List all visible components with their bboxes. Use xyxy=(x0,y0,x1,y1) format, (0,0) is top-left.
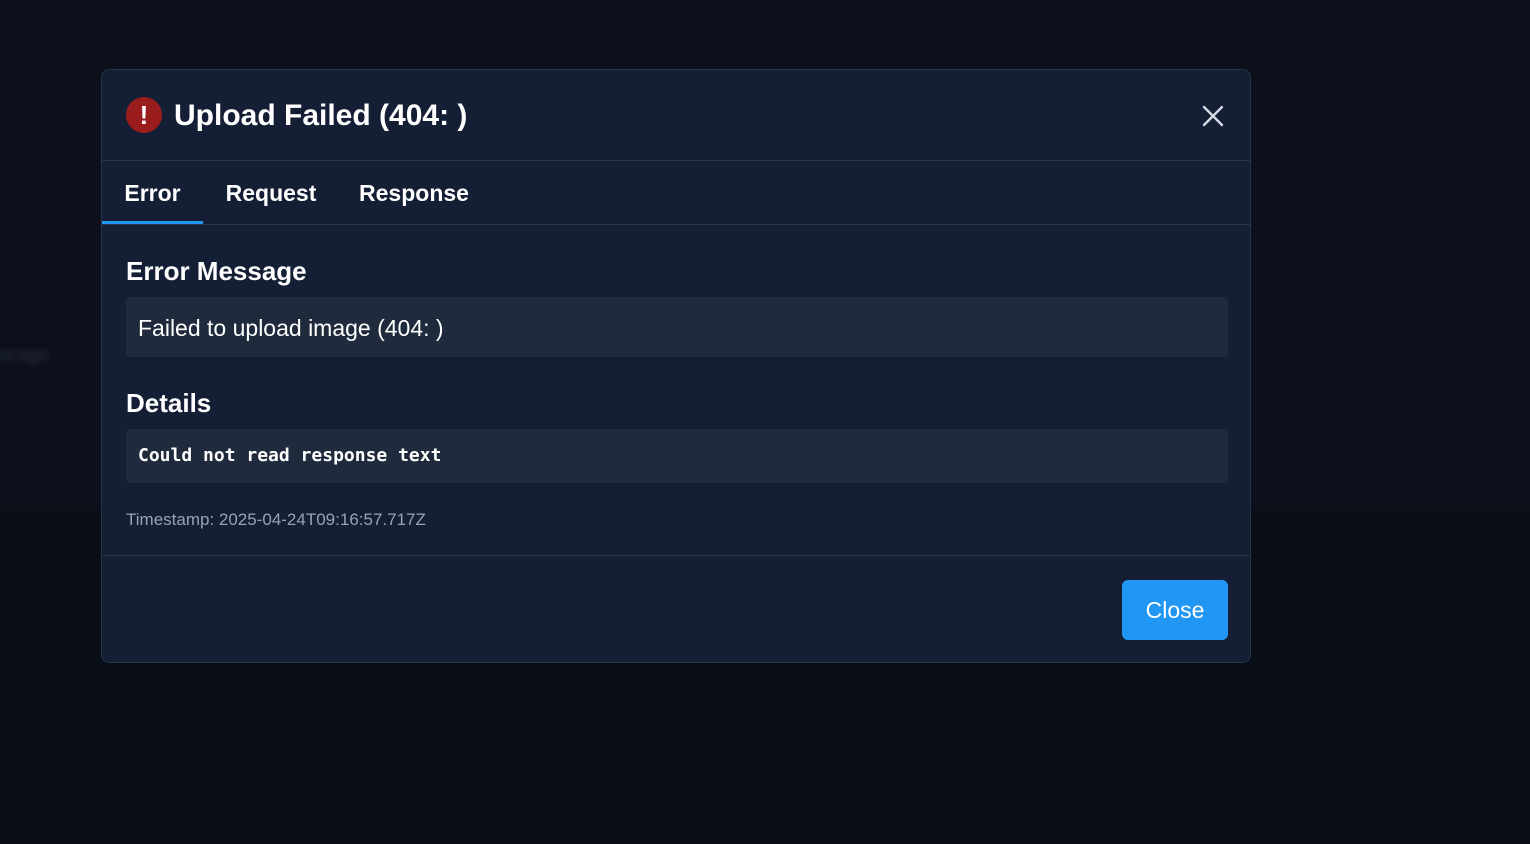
dialog-tabs: Error Request Response xyxy=(102,161,1250,225)
backdrop-blurred-text: lorage xyxy=(0,344,50,366)
timestamp: Timestamp: 2025-04-24T09:16:57.717Z xyxy=(126,510,426,529)
tab-response[interactable]: Response xyxy=(339,161,489,224)
error-message-heading: Error Message xyxy=(126,256,307,286)
tab-request[interactable]: Request xyxy=(203,161,339,224)
dialog-title: Upload Failed (404: ) xyxy=(174,99,468,132)
error-exclamation-icon: ! xyxy=(126,97,162,133)
details-heading: Details xyxy=(126,388,212,418)
error-message-box: Failed to upload image (404: ) xyxy=(126,297,1228,357)
dialog-header: ! Upload Failed (404: ) xyxy=(102,70,1250,161)
close-button[interactable]: Close xyxy=(1122,580,1228,640)
dialog-footer: Close xyxy=(102,555,1250,663)
upload-error-dialog: ! Upload Failed (404: ) Error Request Re… xyxy=(101,69,1251,663)
details-box: Could not read response text xyxy=(126,429,1228,483)
tab-error[interactable]: Error xyxy=(102,161,203,224)
close-icon[interactable] xyxy=(1200,103,1226,129)
